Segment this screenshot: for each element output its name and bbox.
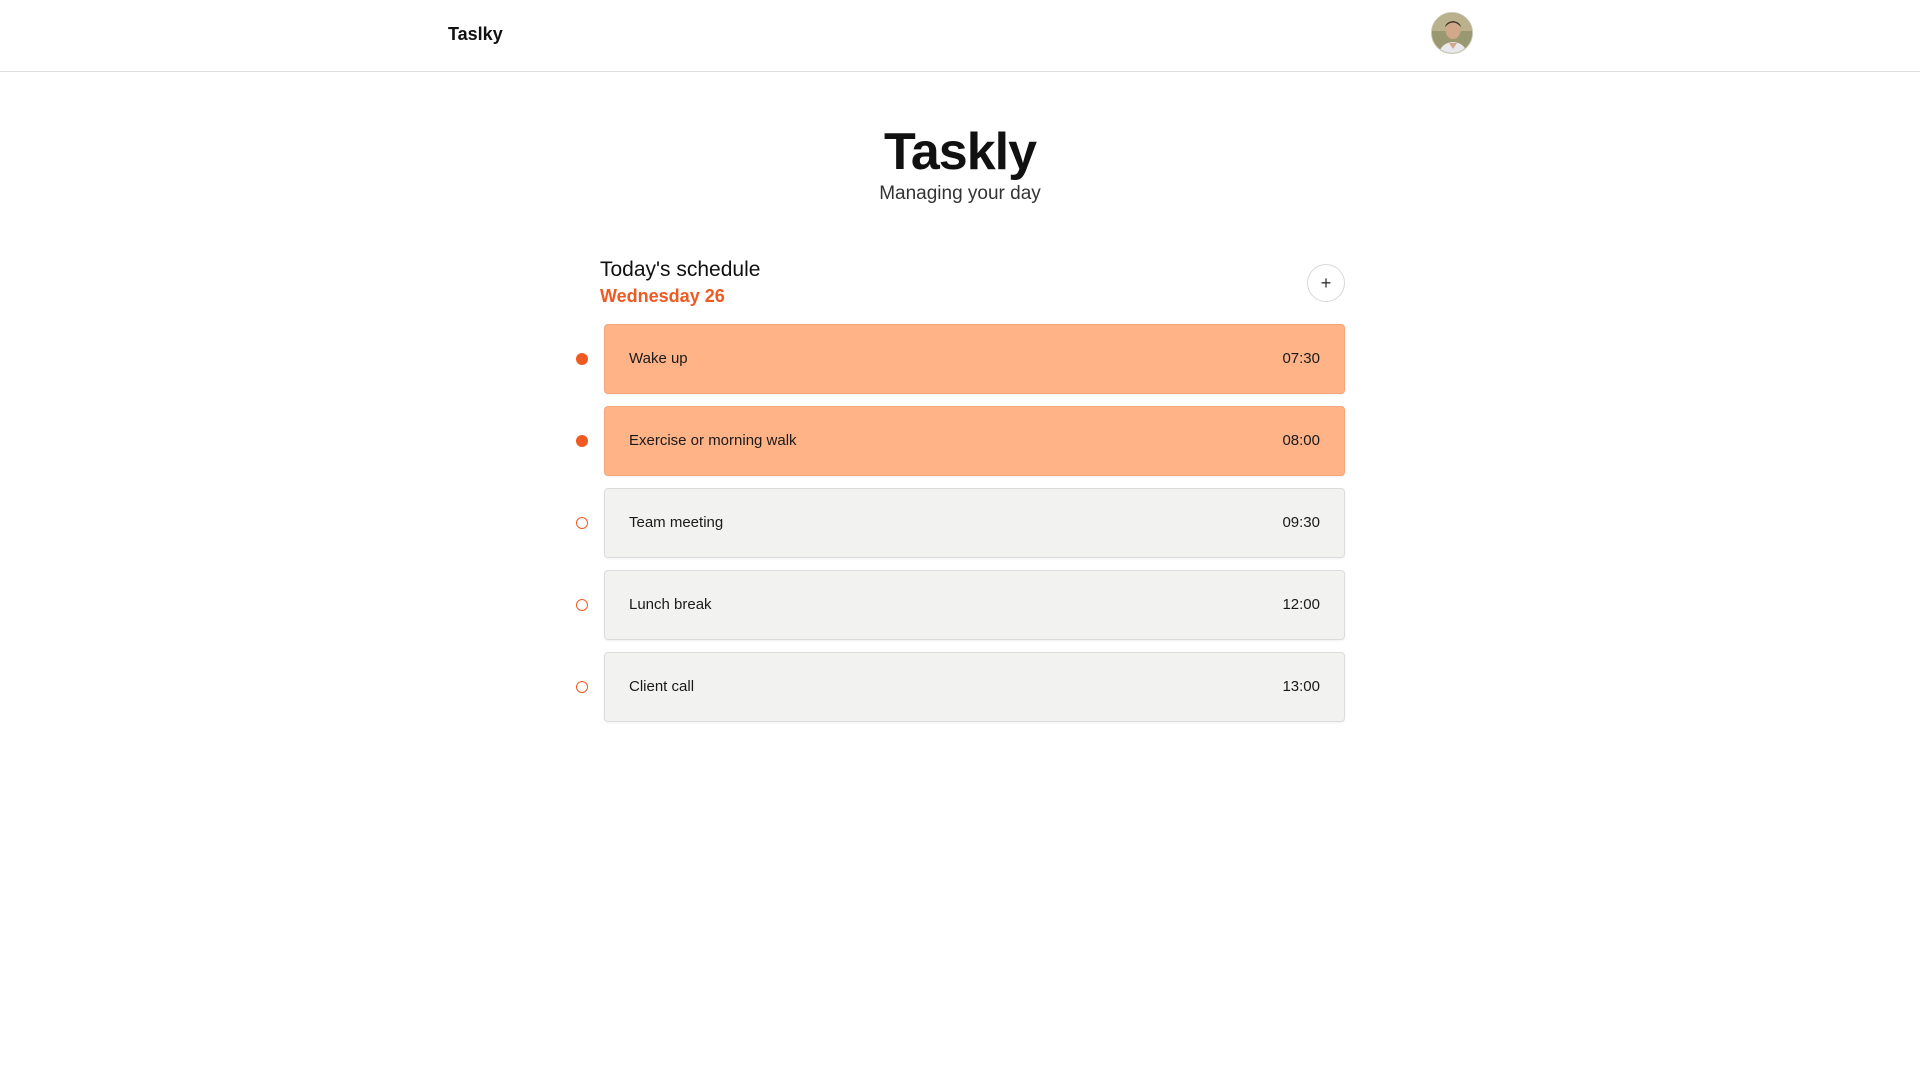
schedule-header: Today's schedule Wednesday 26 + (600, 256, 1345, 322)
task-row: Wake up 07:30 (576, 324, 1345, 395)
user-avatar[interactable] (1431, 12, 1473, 54)
task-card[interactable]: Team meeting 09:30 (604, 488, 1345, 558)
plus-icon: + (1320, 272, 1332, 293)
task-time: 09:30 (1282, 514, 1320, 531)
top-navigation-bar: Taslky (0, 0, 1920, 72)
task-name: Lunch break (629, 596, 712, 613)
page-title: Taskly (883, 123, 1037, 181)
task-status-dot-icon[interactable] (576, 681, 588, 693)
schedule-date: Wednesday 26 (600, 286, 725, 306)
task-name: Team meeting (629, 514, 724, 531)
task-card[interactable]: Exercise or morning walk 08:00 (604, 406, 1345, 476)
schedule-panel: Today's schedule Wednesday 26 + Wake up … (576, 256, 1345, 722)
task-time: 07:30 (1282, 350, 1320, 367)
task-row: Exercise or morning walk 08:00 (576, 406, 1345, 477)
task-row: Client call 13:00 (576, 652, 1345, 723)
task-time: 13:00 (1282, 678, 1320, 695)
task-status-dot-icon[interactable] (576, 599, 588, 611)
task-name: Client call (629, 678, 695, 695)
brand-logo[interactable]: Taslky (448, 24, 503, 45)
task-status-dot-icon[interactable] (576, 517, 588, 529)
task-time: 12:00 (1282, 596, 1320, 613)
task-name: Exercise or morning walk (629, 432, 797, 449)
task-row: Team meeting 09:30 (576, 488, 1345, 559)
task-row: Lunch break 12:00 (576, 570, 1345, 641)
task-card[interactable]: Wake up 07:30 (604, 324, 1345, 394)
schedule-title: Today's schedule (600, 258, 761, 281)
page-subtitle: Managing your day (879, 183, 1041, 204)
add-task-button[interactable]: + (1307, 264, 1345, 302)
task-card[interactable]: Lunch break 12:00 (604, 570, 1345, 640)
task-list: Wake up 07:30 Exercise or morning walk 0… (576, 324, 1345, 734)
task-status-dot-icon[interactable] (576, 353, 588, 365)
task-card[interactable]: Client call 13:00 (604, 652, 1345, 722)
task-name: Wake up (629, 350, 688, 367)
user-avatar-icon (1432, 13, 1472, 53)
task-time: 08:00 (1282, 432, 1320, 449)
task-status-dot-icon[interactable] (576, 435, 588, 447)
hero-section: Taskly Managing your day (0, 116, 1920, 206)
